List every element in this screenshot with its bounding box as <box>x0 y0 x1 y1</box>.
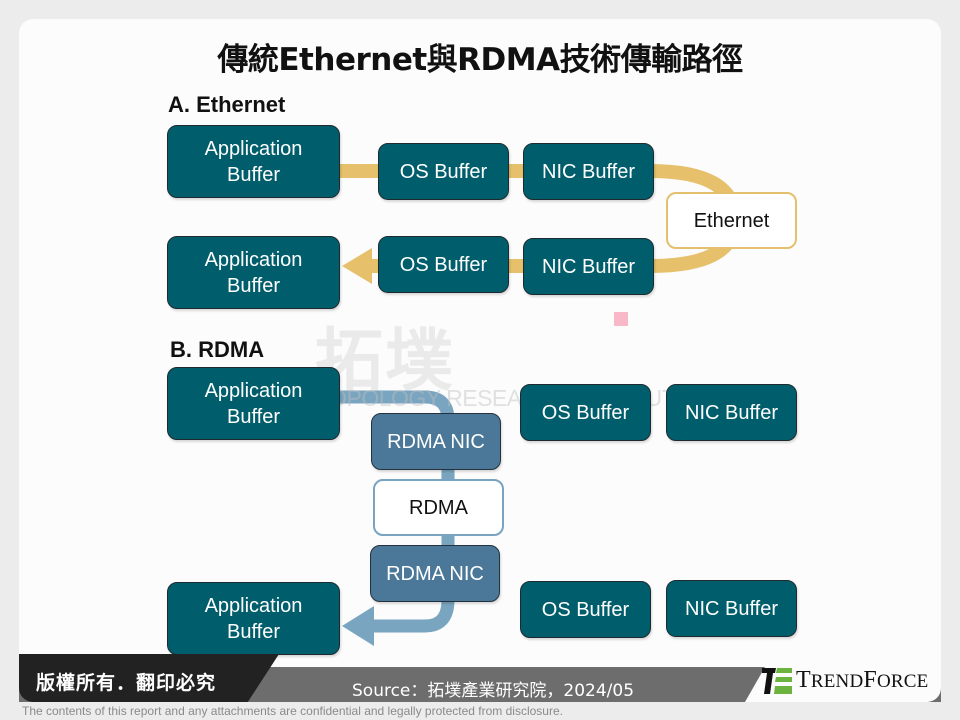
trendforce-logo-text: TRENDFORCE <box>796 667 928 694</box>
logo-rend: REND <box>810 671 864 692</box>
footer-disclaimer: The contents of this report and any atta… <box>22 704 563 718</box>
trendforce-logo-icon <box>762 668 792 694</box>
rdma-nic-buffer-bottom: NIC Buffer <box>666 580 797 637</box>
logo-letter-f: F <box>863 667 877 693</box>
rdma-app-buffer-bottom: Application Buffer <box>167 582 340 655</box>
rdma-os-buffer-bottom: OS Buffer <box>520 581 651 638</box>
eth-app-buffer-top: Application Buffer <box>167 125 340 198</box>
ethernet-link: Ethernet <box>666 192 797 249</box>
section-a-label: A. Ethernet <box>168 92 286 117</box>
rdma-link: RDMA <box>373 479 504 536</box>
footer-copyright: 版權所有．翻印必究 <box>36 672 217 694</box>
connector-paths <box>338 164 742 646</box>
eth-os-buffer-top: OS Buffer <box>378 143 509 200</box>
watermark-accent <box>614 312 628 326</box>
section-b-label: B. RDMA <box>170 337 265 362</box>
rdma-nic-buffer-top: NIC Buffer <box>666 384 797 441</box>
eth-nic-buffer-bottom: NIC Buffer <box>523 238 654 295</box>
rdma-arrowhead <box>342 606 374 646</box>
eth-nic-buffer-top: NIC Buffer <box>523 143 654 200</box>
eth-app-buffer-bottom: Application Buffer <box>167 236 340 309</box>
rdma-app-buffer-top: Application Buffer <box>167 367 340 440</box>
footer-source: Source：拓墣產業研究院，2024/05 <box>352 681 635 701</box>
rdma-nic-top: RDMA NIC <box>371 413 501 470</box>
logo-letter-t: T <box>796 667 811 693</box>
ethernet-arrowhead <box>342 248 372 284</box>
rdma-nic-bottom: RDMA NIC <box>370 545 500 602</box>
eth-os-buffer-bottom: OS Buffer <box>378 236 509 293</box>
logo-orce: ORCE <box>876 671 929 692</box>
rdma-os-buffer-top: OS Buffer <box>520 384 651 441</box>
